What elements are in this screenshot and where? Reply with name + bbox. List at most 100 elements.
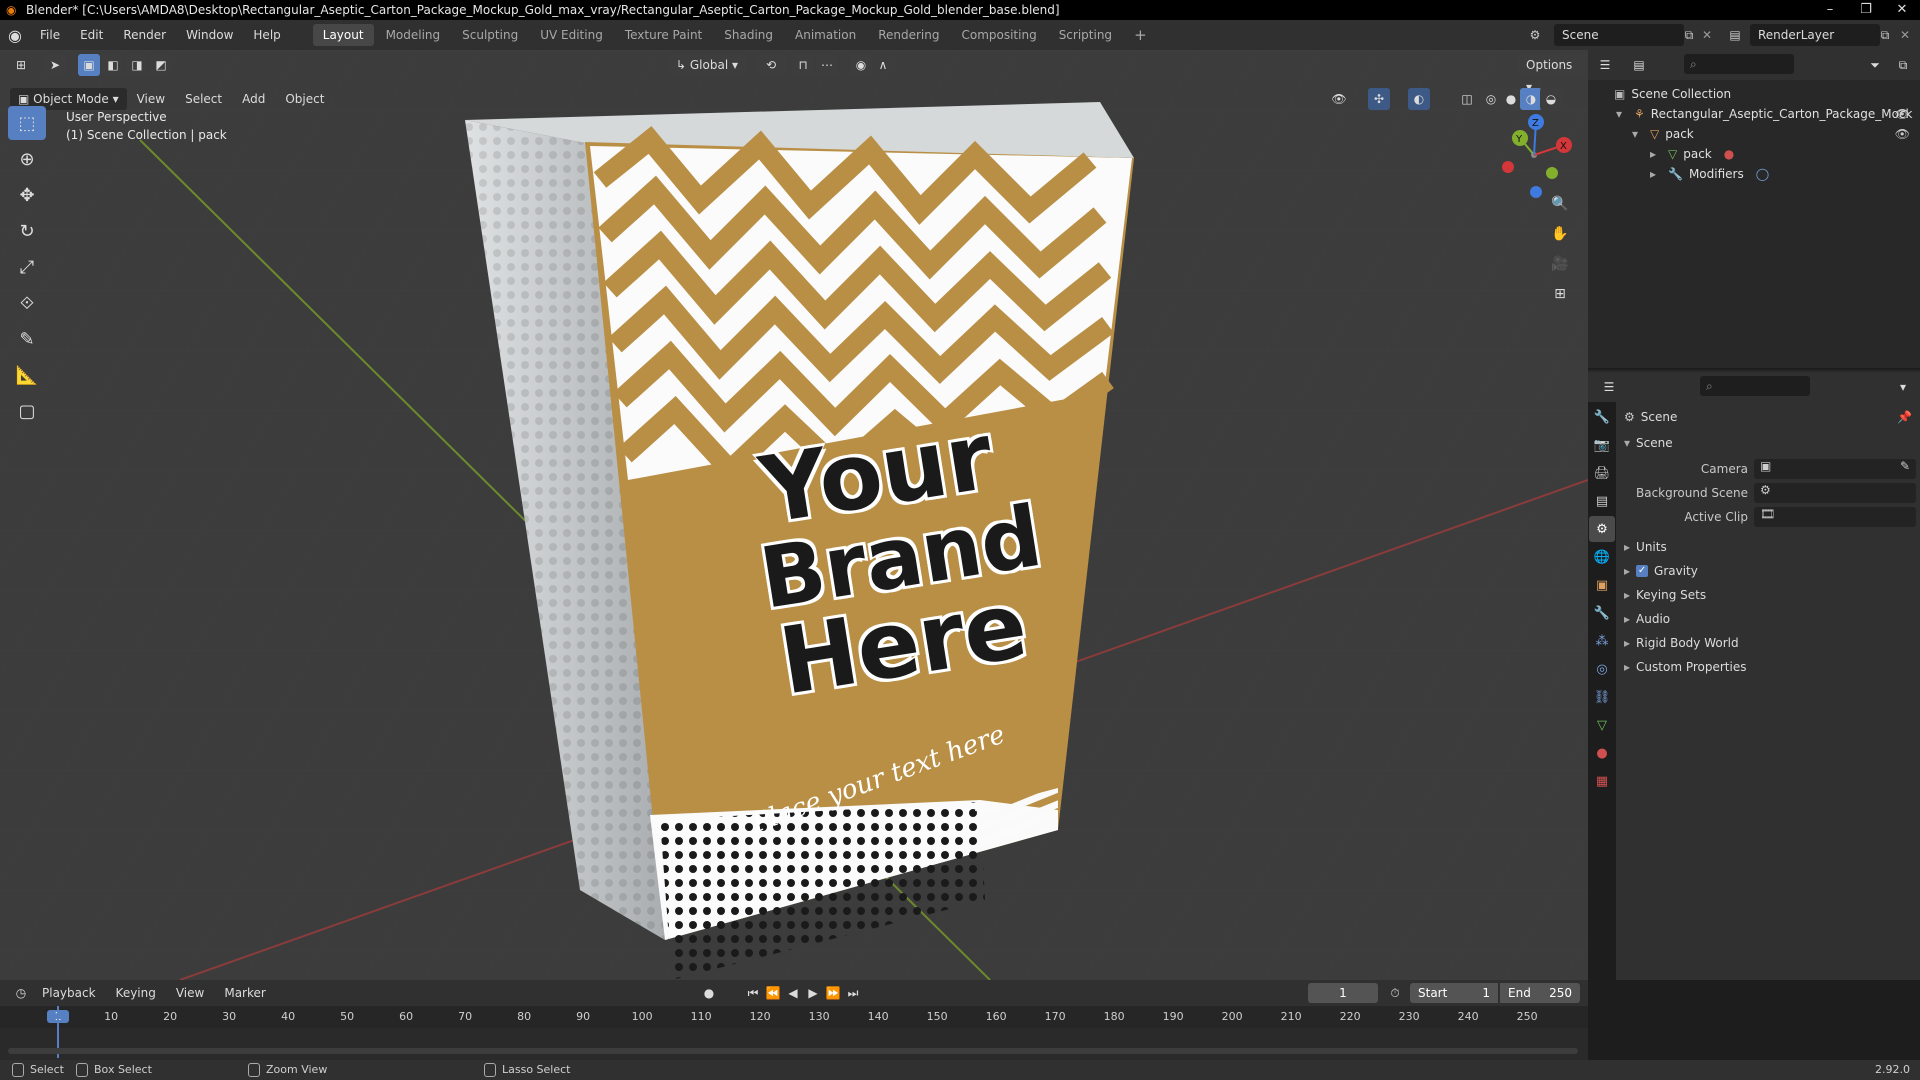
- jump-start-icon[interactable]: ⏮: [742, 982, 764, 1004]
- tool-tab-icon[interactable]: 🔧: [1589, 404, 1615, 430]
- outliner-scene-collection[interactable]: ▣ Scene Collection: [1588, 84, 1920, 104]
- timeline-menu-view[interactable]: View: [166, 978, 214, 1008]
- zoom-icon[interactable]: 🔍: [1548, 190, 1572, 218]
- camera-field[interactable]: ▣ ✎: [1754, 459, 1916, 479]
- clock-icon[interactable]: ⏱: [1384, 982, 1406, 1004]
- blender-logo-icon[interactable]: ◉: [0, 26, 30, 45]
- snap-target-icon[interactable]: ⋯: [816, 54, 838, 76]
- transform-orientation-dropdown[interactable]: ↳ Global ▾: [668, 54, 746, 76]
- falloff-icon[interactable]: ∧: [872, 54, 894, 76]
- expand-icon[interactable]: ▸: [1624, 612, 1630, 626]
- outliner-item-pack-mesh[interactable]: ▸ ▽ pack ●: [1588, 144, 1920, 164]
- display-mode-icon[interactable]: ▤: [1628, 54, 1650, 76]
- properties-search-input[interactable]: ⌕: [1700, 376, 1810, 396]
- particles-tab-icon[interactable]: ⁂: [1589, 628, 1615, 654]
- eyedropper-icon[interactable]: ✎: [1900, 459, 1910, 473]
- start-frame-field[interactable]: Start 1: [1410, 983, 1498, 1003]
- timeline-track-area[interactable]: [0, 1006, 1588, 1060]
- proportional-edit-icon[interactable]: ◉: [850, 54, 872, 76]
- expand-icon[interactable]: ▸: [1650, 164, 1662, 184]
- menu-file[interactable]: File: [30, 20, 70, 50]
- data-tab-icon[interactable]: ▽: [1589, 712, 1615, 738]
- play-icon[interactable]: ▶: [802, 982, 824, 1004]
- minimize-icon[interactable]: –: [1812, 0, 1848, 20]
- outliner-editor-icon[interactable]: ☰: [1594, 54, 1616, 76]
- object-tab-icon[interactable]: ▣: [1589, 572, 1615, 598]
- tab-animation[interactable]: Animation: [785, 24, 866, 46]
- add-workspace-button[interactable]: +: [1124, 24, 1157, 46]
- editor-type-icon[interactable]: ⊞: [10, 54, 32, 76]
- current-frame-field[interactable]: 1: [1308, 983, 1378, 1003]
- delete-scene-icon[interactable]: ✕: [1698, 24, 1716, 46]
- tab-modeling[interactable]: Modeling: [376, 24, 451, 46]
- view-layer-tab-icon[interactable]: ▤: [1589, 488, 1615, 514]
- camera-view-icon[interactable]: 🎥: [1548, 250, 1572, 278]
- scale-tool-icon[interactable]: ⤢: [8, 250, 46, 284]
- options-dropdown[interactable]: Options ▾: [1518, 54, 1588, 94]
- expand-icon[interactable]: ▸: [1624, 540, 1630, 554]
- select-mode-new-icon[interactable]: ▣: [78, 54, 100, 76]
- units-panel[interactable]: ▸ Units: [1616, 536, 1920, 558]
- scene-selector[interactable]: Scene: [1554, 24, 1684, 46]
- gravity-panel[interactable]: ▸ ✓ Gravity: [1616, 560, 1920, 582]
- modifier-tab-icon[interactable]: 🔧: [1589, 600, 1615, 626]
- select-mode-intersect-icon[interactable]: ◩: [150, 54, 172, 76]
- visibility-icon[interactable]: 👁: [1328, 88, 1350, 110]
- render-tab-icon[interactable]: 📷: [1589, 432, 1615, 458]
- constraints-tab-icon[interactable]: ⛓: [1589, 684, 1615, 710]
- delete-view-layer-icon[interactable]: ✕: [1896, 24, 1914, 46]
- rigid-body-world-panel[interactable]: ▸ Rigid Body World: [1616, 632, 1920, 654]
- material-tab-icon[interactable]: ●: [1589, 740, 1615, 766]
- record-icon[interactable]: ●: [698, 982, 720, 1004]
- shading-rendered-icon[interactable]: ◒: [1540, 88, 1562, 110]
- collapse-icon[interactable]: ▾: [1624, 436, 1630, 450]
- pan-hand-icon[interactable]: ✋: [1548, 220, 1572, 248]
- tab-shading[interactable]: Shading: [714, 24, 783, 46]
- tab-layout[interactable]: Layout: [312, 24, 374, 46]
- timeline-scrollbar[interactable]: [8, 1048, 1578, 1054]
- new-scene-icon[interactable]: ⧉: [1678, 24, 1700, 46]
- navigation-gizmo[interactable]: X Y Z: [1494, 110, 1584, 200]
- outliner[interactable]: ☰ ▤ ⌕ ⏷ ⧉ ▣ Scene Collection ▾ ⚘ Rectang…: [1588, 50, 1920, 370]
- rotate-tool-icon[interactable]: ↻: [8, 214, 46, 248]
- outliner-search-input[interactable]: ⌕: [1684, 54, 1794, 74]
- output-tab-icon[interactable]: 🖨: [1589, 460, 1615, 486]
- overlays-icon[interactable]: ◐: [1408, 88, 1430, 110]
- close-icon[interactable]: ✕: [1884, 0, 1920, 20]
- expand-icon[interactable]: ▸: [1624, 564, 1630, 578]
- cursor-tool-icon[interactable]: ⊕: [8, 142, 46, 176]
- tab-scripting[interactable]: Scripting: [1049, 24, 1122, 46]
- tab-texture-paint[interactable]: Texture Paint: [615, 24, 712, 46]
- next-keyframe-icon[interactable]: ⏩: [822, 982, 844, 1004]
- eye-icon[interactable]: 👁: [1895, 104, 1910, 124]
- timeline-menu-keying[interactable]: Keying: [106, 978, 166, 1008]
- view-layer-selector[interactable]: RenderLayer: [1750, 24, 1880, 46]
- measure-tool-icon[interactable]: 📐: [8, 358, 46, 392]
- viewport-menu-add[interactable]: Add: [232, 84, 275, 114]
- outliner-item-pack-object[interactable]: ▾ ▽ pack 👁: [1588, 124, 1920, 144]
- tab-rendering[interactable]: Rendering: [868, 24, 949, 46]
- tab-compositing[interactable]: Compositing: [951, 24, 1046, 46]
- timeline-menu-marker[interactable]: Marker: [214, 978, 275, 1008]
- snap-icon[interactable]: ⊓: [792, 54, 814, 76]
- 3d-viewport[interactable]: Your Brand Here Place your text here ⊞ ➤…: [0, 50, 1588, 980]
- outliner-item-modifiers[interactable]: ▸ 🔧 Modifiers ◯: [1588, 164, 1920, 184]
- annotate-tool-icon[interactable]: ✎: [8, 322, 46, 356]
- expand-icon[interactable]: ▾: [1632, 124, 1644, 144]
- add-cube-tool-icon[interactable]: ▢: [8, 394, 46, 428]
- tab-sculpting[interactable]: Sculpting: [452, 24, 528, 46]
- shading-wireframe-icon[interactable]: ◎: [1480, 88, 1502, 110]
- world-tab-icon[interactable]: 🌐: [1589, 544, 1615, 570]
- keying-sets-panel[interactable]: ▸ Keying Sets: [1616, 584, 1920, 606]
- active-clip-field[interactable]: 🎞: [1754, 507, 1916, 527]
- maximize-icon[interactable]: ❐: [1848, 0, 1884, 20]
- menu-render[interactable]: Render: [113, 20, 176, 50]
- texture-tab-icon[interactable]: ▦: [1589, 768, 1615, 794]
- expand-icon[interactable]: ▸: [1624, 588, 1630, 602]
- properties-editor[interactable]: ☰ ⌕ ▾ 🔧 📷 🖨 ▤ ⚙ 🌐 ▣ 🔧 ⁂ ◎ ⛓ ▽ ● ▦ ⚙ Scen…: [1588, 372, 1920, 980]
- gizmo-toggle-icon[interactable]: ✣: [1368, 88, 1390, 110]
- gravity-checkbox[interactable]: ✓: [1636, 565, 1649, 577]
- eye-icon[interactable]: 👁: [1895, 124, 1910, 144]
- menu-edit[interactable]: Edit: [70, 20, 113, 50]
- scene-panel-header[interactable]: ▾ Scene: [1616, 432, 1920, 454]
